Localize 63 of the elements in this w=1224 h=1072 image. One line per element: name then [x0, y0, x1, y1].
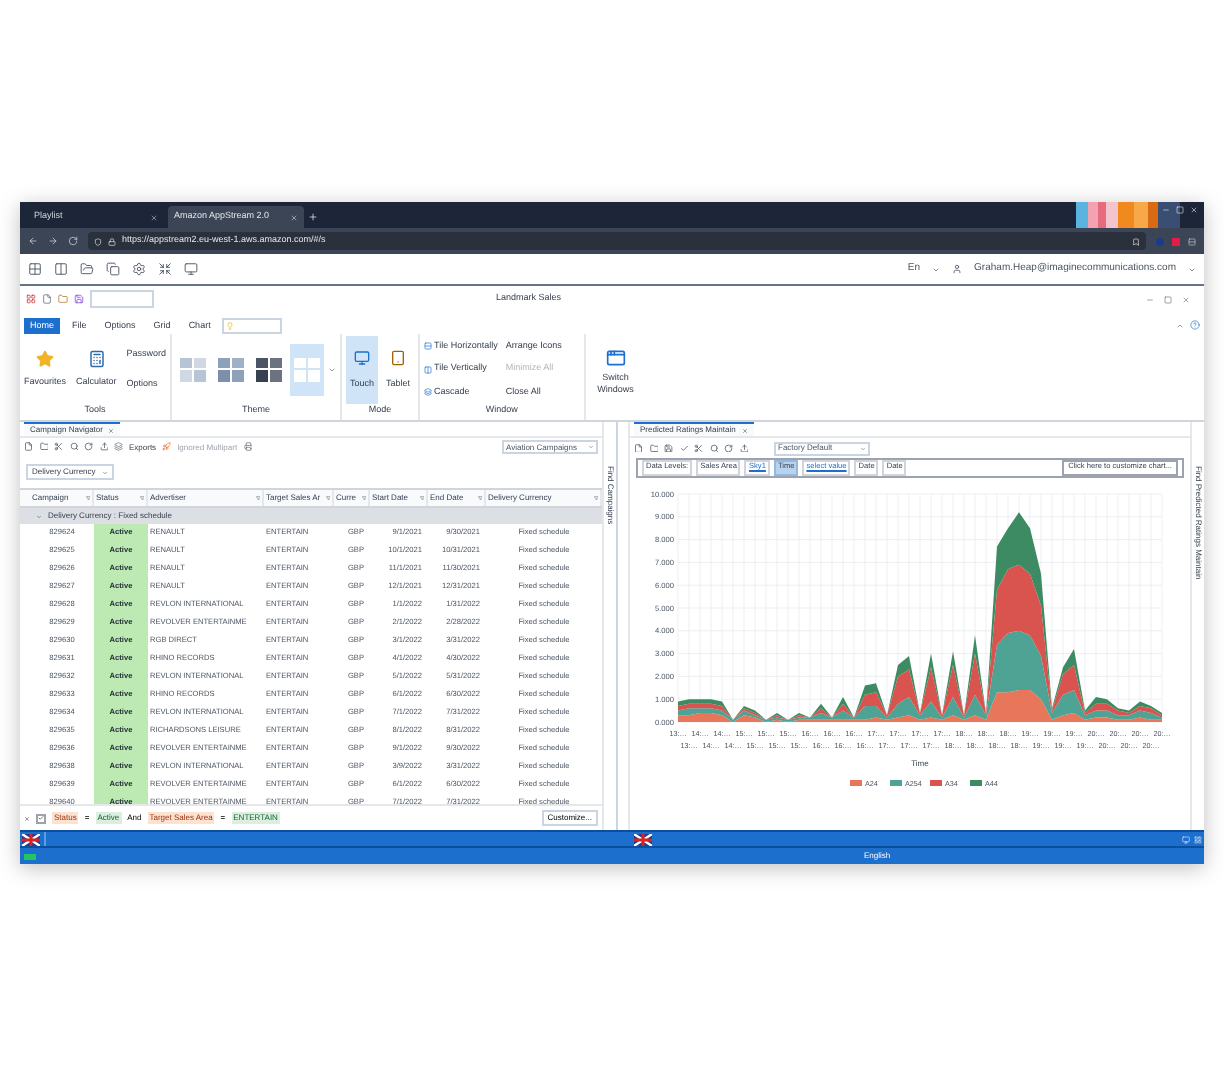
bookmark-icon[interactable] — [1132, 237, 1140, 245]
toolbar-icon[interactable] — [39, 442, 48, 452]
user-icon — [952, 264, 963, 274]
toolbar-icon[interactable] — [84, 442, 93, 452]
toolbar-icon[interactable] — [649, 443, 658, 453]
print-icon[interactable] — [243, 442, 253, 452]
toolbar-icon[interactable] — [24, 442, 33, 452]
folder-icon[interactable] — [58, 294, 68, 304]
lightbulb-icon — [226, 322, 235, 330]
lock-icon — [108, 237, 116, 245]
toolbar-icon[interactable] — [99, 442, 108, 452]
search-field[interactable] — [222, 318, 283, 334]
forward-icon[interactable] — [48, 236, 58, 246]
status-indicator — [24, 853, 36, 859]
quick-access-field[interactable] — [90, 290, 154, 308]
grid-icon[interactable] — [28, 262, 42, 276]
reload-icon[interactable] — [68, 236, 78, 246]
rocket-icon[interactable] — [162, 442, 172, 452]
flag-icon — [633, 833, 651, 845]
restore-icon[interactable] — [1164, 295, 1172, 303]
app-icon[interactable] — [26, 294, 36, 304]
maximize-icon[interactable] — [1176, 206, 1184, 214]
window-layout-icon — [424, 388, 433, 397]
copy-icon[interactable] — [106, 262, 120, 276]
display-icon[interactable] — [184, 262, 198, 276]
toolbar-icon[interactable] — [694, 443, 703, 453]
toolbar-icon[interactable] — [664, 443, 673, 453]
menu-icon[interactable] — [1188, 237, 1196, 245]
toolbar-icon[interactable] — [709, 443, 718, 453]
settings-icon[interactable] — [132, 262, 146, 276]
monitor-icon[interactable] — [1182, 835, 1190, 843]
calculator-icon — [87, 349, 106, 368]
legend-swatch — [850, 780, 862, 786]
help-icon[interactable] — [1190, 320, 1200, 330]
theme-swatch[interactable] — [290, 343, 325, 396]
toolbar-icon[interactable] — [54, 442, 63, 452]
toolbar-icon[interactable] — [724, 443, 733, 453]
check-icon — [38, 814, 44, 822]
windows-icon — [605, 348, 626, 369]
flag-icon — [22, 833, 40, 845]
star-icon — [36, 349, 54, 368]
toolbar-icon[interactable] — [69, 442, 78, 452]
toolbar-icon[interactable] — [634, 443, 643, 453]
legend-swatch — [890, 780, 902, 786]
legend-swatch — [970, 780, 982, 786]
legend-swatch — [930, 780, 942, 786]
save-icon[interactable] — [74, 294, 84, 304]
toolbar-icon[interactable] — [679, 443, 688, 453]
touch-icon — [354, 349, 371, 366]
fullscreen-icon[interactable] — [158, 262, 172, 276]
status-icon[interactable] — [1194, 835, 1202, 843]
shield-icon — [94, 237, 102, 245]
window-layout-icon — [424, 365, 433, 374]
panels-icon[interactable] — [54, 262, 68, 276]
toolbar-icon[interactable] — [739, 443, 748, 453]
tablet-icon — [390, 349, 407, 366]
folder-icon[interactable] — [80, 262, 94, 276]
new-file-icon[interactable] — [42, 294, 52, 304]
window-layout-icon — [424, 341, 433, 350]
layers-icon[interactable] — [114, 442, 123, 452]
filter-toggle[interactable] — [36, 813, 46, 823]
back-icon[interactable] — [28, 236, 38, 246]
new-tab-icon[interactable] — [308, 212, 318, 222]
